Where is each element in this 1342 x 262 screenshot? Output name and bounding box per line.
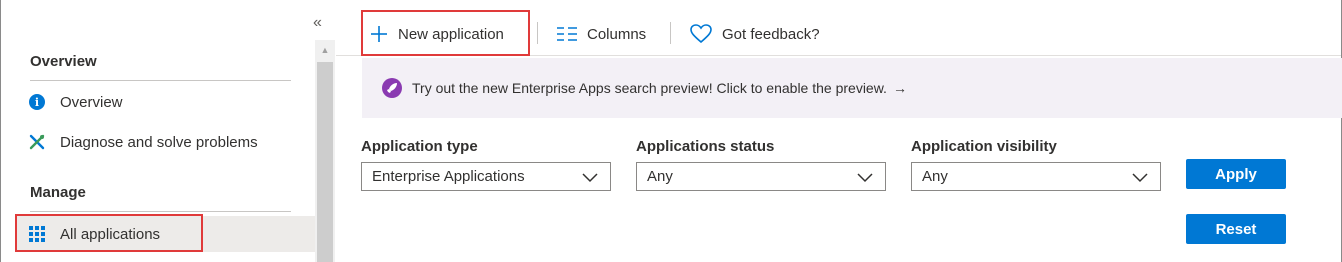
rocket-icon xyxy=(382,78,402,98)
plus-icon xyxy=(370,25,388,43)
banner-text: Try out the new Enterprise Apps search p… xyxy=(412,80,887,96)
chevron-down-icon xyxy=(582,170,598,187)
wrench-screwdriver-icon xyxy=(29,134,45,150)
section-divider xyxy=(30,80,291,81)
scroll-up-arrow-icon[interactable]: ▲ xyxy=(315,40,335,60)
dropdown-value: Any xyxy=(922,168,948,185)
applications-status-dropdown[interactable]: Any xyxy=(636,162,886,191)
preview-banner[interactable]: Try out the new Enterprise Apps search p… xyxy=(362,58,1342,118)
section-header-manage: Manage xyxy=(30,184,86,201)
info-icon: i xyxy=(29,94,45,110)
section-header-overview: Overview xyxy=(30,53,97,70)
feedback-button[interactable]: Got feedback? xyxy=(690,12,820,56)
filter-label-application-visibility: Application visibility xyxy=(911,138,1057,155)
sidebar-item-all-applications[interactable]: All applications xyxy=(15,216,315,252)
collapse-sidebar-button[interactable]: « xyxy=(313,14,322,32)
columns-button[interactable]: Columns xyxy=(557,12,646,56)
new-application-button[interactable]: New application xyxy=(370,12,504,56)
sidebar-item-label: All applications xyxy=(60,225,161,243)
dropdown-value: Enterprise Applications xyxy=(372,168,525,185)
toolbar-separator xyxy=(537,22,538,44)
grid-icon xyxy=(29,226,45,242)
application-visibility-dropdown[interactable]: Any xyxy=(911,162,1161,191)
command-bar: New application Columns Got feedback? xyxy=(336,0,1341,56)
columns-label: Columns xyxy=(587,25,647,43)
toolbar-separator xyxy=(670,22,671,44)
filter-label-applications-status: Applications status xyxy=(636,138,775,155)
chevron-down-icon xyxy=(857,170,873,187)
sidebar: Overview i Overview Diagnose and solve p… xyxy=(1,0,315,262)
arrow-right-icon: → xyxy=(892,80,907,96)
section-divider xyxy=(30,211,291,212)
sidebar-item-overview[interactable]: i Overview xyxy=(15,84,315,120)
sidebar-item-diagnose[interactable]: Diagnose and solve problems xyxy=(15,124,315,160)
chevron-down-icon xyxy=(1132,170,1148,187)
filter-label-application-type: Application type xyxy=(361,138,478,155)
apply-button[interactable]: Apply xyxy=(1186,159,1286,189)
sidebar-item-label: Diagnose and solve problems xyxy=(60,133,258,151)
sidebar-item-label: Overview xyxy=(60,93,123,111)
sidebar-scrollbar-thumb[interactable] xyxy=(317,62,333,262)
new-application-label: New application xyxy=(398,25,504,43)
columns-icon xyxy=(557,27,577,41)
application-type-dropdown[interactable]: Enterprise Applications xyxy=(361,162,611,191)
dropdown-value: Any xyxy=(647,168,673,185)
feedback-label: Got feedback? xyxy=(722,25,820,43)
reset-button[interactable]: Reset xyxy=(1186,214,1286,244)
heart-icon xyxy=(690,24,712,44)
